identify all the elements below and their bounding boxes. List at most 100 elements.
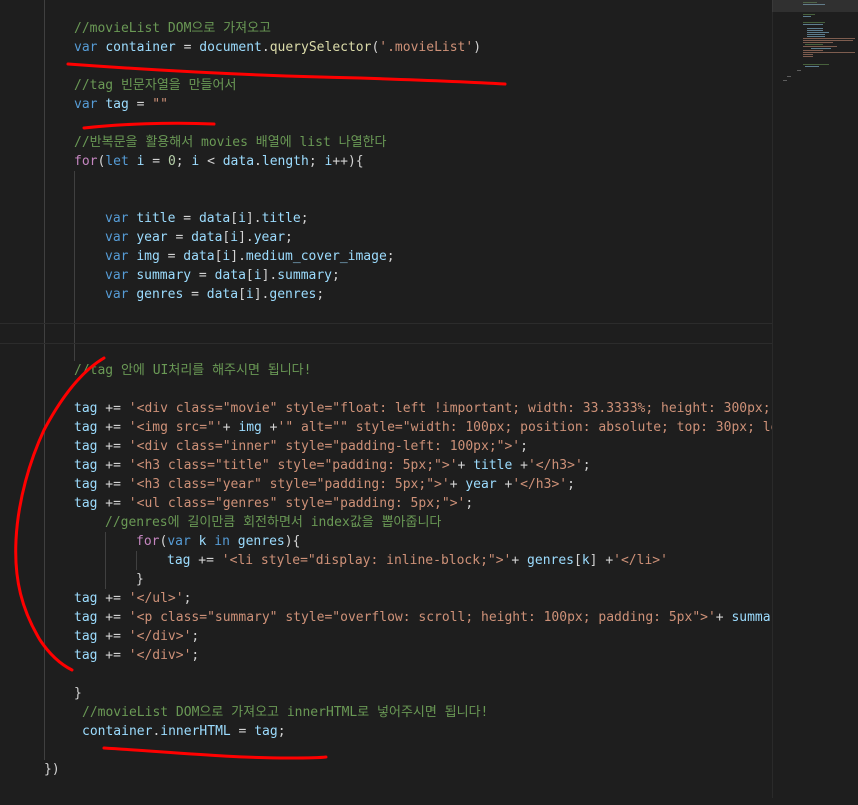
code-line[interactable]: tag += '<ul class="genres" style="paddin… <box>74 494 473 513</box>
code-line[interactable]: //tag 빈문자열을 만들어서 <box>74 76 236 95</box>
code-token: tag <box>74 439 98 454</box>
code-line[interactable]: container.innerHTML = tag; <box>82 722 286 741</box>
code-line[interactable]: //tag 안에 UI처리를 해주시면 됩니다! <box>74 361 311 380</box>
code-token: ]. <box>245 211 262 226</box>
code-token: var <box>105 230 129 245</box>
code-line[interactable]: var tag = "" <box>74 95 168 114</box>
code-token: '<ul class="genres" style="padding: 5px;… <box>128 496 466 511</box>
minimap-slider[interactable] <box>772 0 858 12</box>
code-token: '<li style="display: inline-block;">' <box>221 553 512 568</box>
code-token: '<img src="' <box>128 420 223 435</box>
code-line[interactable]: tag += '<li style="display: inline-block… <box>167 551 668 570</box>
code-token: ; <box>465 496 474 511</box>
code-token: data <box>191 230 223 245</box>
code-token: year <box>253 230 286 245</box>
code-line[interactable]: }) <box>44 760 60 779</box>
code-line[interactable]: //movieList DOM으로 가져오고 innerHTML로 넣어주시면 … <box>82 703 488 722</box>
code-token: summary <box>731 610 772 625</box>
code-line[interactable]: for(let i = 0; i < data.length; i++){ <box>74 152 364 171</box>
horizontal-scrollbar[interactable] <box>0 798 858 805</box>
code-token: var <box>105 268 129 283</box>
indent-guide <box>136 551 137 570</box>
code-token: genres <box>269 287 317 302</box>
code-line[interactable]: tag += '<img src="'+ img +'" alt="" styl… <box>74 418 772 437</box>
minimap-preview <box>783 2 855 81</box>
code-token: '" alt="" style="width: 100px; position:… <box>277 420 772 435</box>
code-token: in <box>214 534 230 549</box>
code-token: = <box>183 287 207 302</box>
code-token: '<h3 class="year" style="padding: 5px;">… <box>128 477 450 492</box>
code-token: + <box>261 420 278 435</box>
code-token: = <box>230 724 255 739</box>
code-token: tag <box>74 648 98 663</box>
code-token: += <box>97 420 129 435</box>
code-line[interactable]: tag += '<h3 class="title" style="padding… <box>74 456 591 475</box>
code-token: ; <box>386 249 395 264</box>
indent-guide <box>105 532 106 589</box>
code-token: '</div>' <box>128 648 192 663</box>
code-token: ; <box>316 287 325 302</box>
code-line[interactable]: var year = data[i].year; <box>105 228 293 247</box>
code-token: ; <box>191 648 200 663</box>
code-token: = <box>191 268 215 283</box>
code-token: innerHTML <box>160 724 231 739</box>
code-token: ]. <box>230 249 246 264</box>
code-token: for <box>74 154 98 169</box>
code-token: summary <box>277 268 333 283</box>
code-token: var <box>105 211 129 226</box>
code-token: //movieList DOM으로 가져오고 innerHTML로 넣어주시면 … <box>82 705 489 720</box>
code-token: '<div class="inner" style="padding-left:… <box>128 439 521 454</box>
code-token: genres <box>136 287 184 302</box>
code-token: [ <box>245 268 254 283</box>
code-line[interactable]: var container = document.querySelector('… <box>74 38 481 57</box>
minimap[interactable] <box>772 0 858 805</box>
code-line[interactable]: //movieList DOM으로 가져오고 <box>74 19 271 38</box>
code-token: ] + <box>589 553 614 568</box>
code-token: ) <box>473 40 482 55</box>
code-line[interactable]: tag += '</div>'; <box>74 627 199 646</box>
code-token: title <box>473 458 513 473</box>
code-token: data <box>198 211 231 226</box>
code-token: = <box>167 230 192 245</box>
code-line[interactable]: tag += '<div class="movie" style="float:… <box>74 399 772 418</box>
code-line[interactable]: var genres = data[i].genres; <box>105 285 324 304</box>
code-token: = <box>175 40 200 55</box>
code-token: ; <box>277 724 286 739</box>
code-token: [ <box>574 553 582 568</box>
code-token: i <box>253 268 262 283</box>
code-line[interactable]: tag += '</div>'; <box>74 646 199 665</box>
code-token: i <box>245 287 254 302</box>
code-token: + <box>715 610 732 625</box>
code-token: title <box>136 211 176 226</box>
code-token: year <box>136 230 168 245</box>
code-line[interactable]: for(var k in genres){ <box>136 532 300 551</box>
code-token: data <box>214 268 246 283</box>
code-line[interactable]: tag += '<div class="inner" style="paddin… <box>74 437 528 456</box>
code-token: + <box>496 477 513 492</box>
code-token: tag <box>74 401 98 416</box>
code-line[interactable]: var title = data[i].title; <box>105 209 309 228</box>
code-token: img <box>136 249 160 264</box>
code-token: ; <box>285 230 293 245</box>
code-token: ++){ <box>332 154 364 169</box>
code-line[interactable]: //genres에 길이만큼 회전하면서 index값을 뽑아줍니다 <box>105 513 441 532</box>
code-line[interactable]: } <box>136 570 144 589</box>
code-line[interactable]: var img = data[i].medium_cover_image; <box>105 247 395 266</box>
code-token: ; <box>582 458 591 473</box>
code-line[interactable]: var summary = data[i].summary; <box>105 266 340 285</box>
code-editor[interactable]: //movieList DOM으로 가져오고 var container = do… <box>0 0 772 805</box>
code-line[interactable]: tag += '</ul>'; <box>74 589 191 608</box>
code-line[interactable]: tag += '<h3 class="year" style="padding:… <box>74 475 575 494</box>
code-line[interactable]: } <box>74 684 82 703</box>
code-token: //tag 안에 UI처리를 해주시면 됩니다! <box>74 363 312 378</box>
code-token: '</div>' <box>128 629 192 644</box>
code-token: ; <box>191 629 200 644</box>
code-token: var <box>105 287 129 302</box>
code-line[interactable]: tag += '<p class="summary" style="overfl… <box>74 608 772 627</box>
code-token: ; <box>567 477 575 492</box>
code-token: + <box>457 458 474 473</box>
code-line[interactable]: //반복문을 활용해서 movies 배열에 list 나열한다 <box>74 133 386 152</box>
